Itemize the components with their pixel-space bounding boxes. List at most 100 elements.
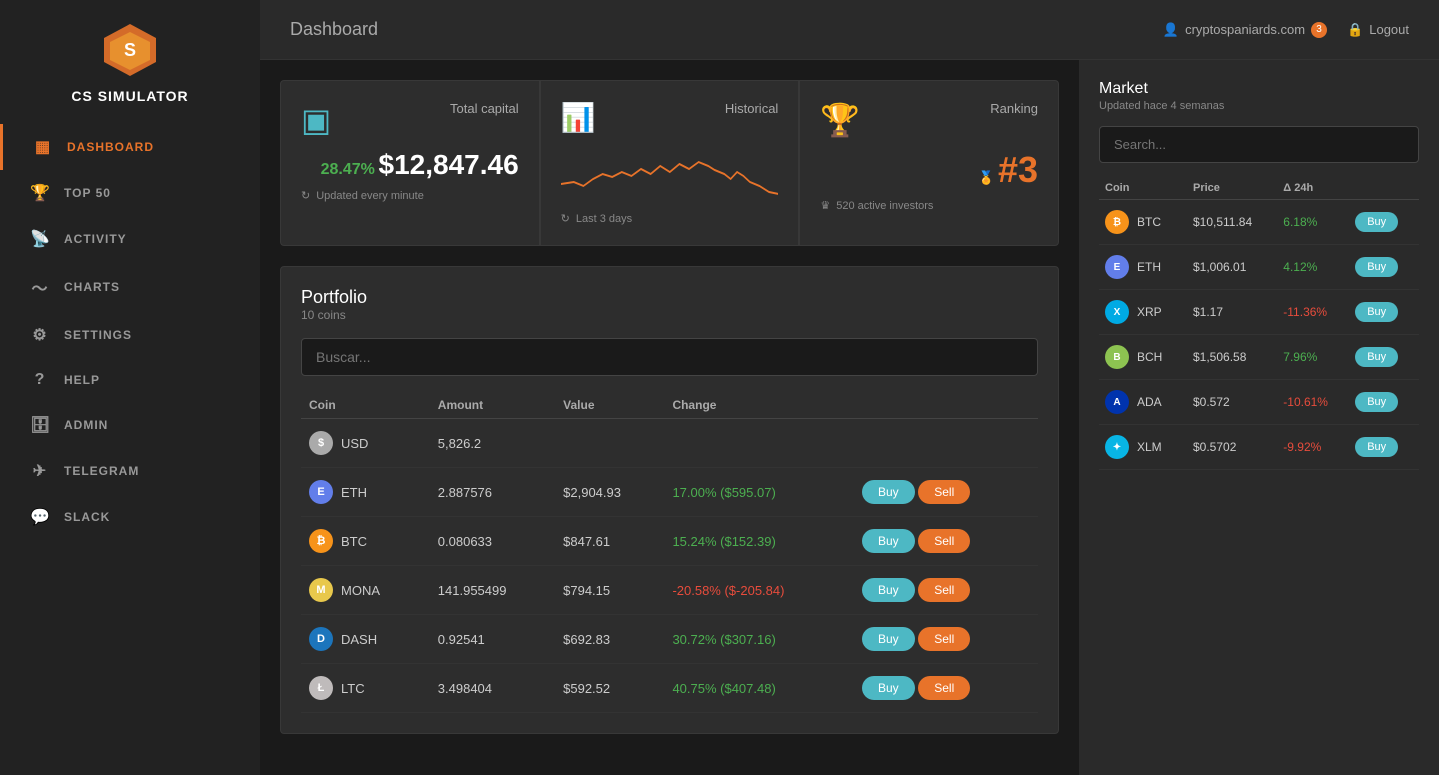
sidebar-item-settings[interactable]: ⚙ SETTINGS: [0, 312, 260, 358]
market-change: 6.18%: [1277, 200, 1349, 245]
market-price: $0.572: [1187, 380, 1277, 425]
portfolio-value: [555, 419, 664, 468]
sidebar: S CS SIMULATOR ▦ DASHBOARD 🏆 TOP 50 📡 AC…: [0, 0, 260, 775]
market-row: A ADA $0.572 -10.61% Buy: [1099, 380, 1419, 425]
capital-footer: ↻ Updated every minute: [301, 189, 519, 202]
admin-icon: 🗄: [30, 415, 50, 435]
portfolio-coin-cell: $ USD: [301, 419, 430, 468]
sidebar-item-help[interactable]: ? HELP: [0, 358, 260, 402]
portfolio-actions: [854, 419, 1038, 468]
portfolio-change: 17.00% ($595.07): [664, 468, 854, 517]
sidebar-item-charts[interactable]: 〜 CHARTS: [0, 262, 260, 312]
market-buy-button[interactable]: Buy: [1355, 437, 1398, 457]
sidebar-label-slack: SLACK: [64, 510, 110, 524]
portfolio-change: [664, 419, 854, 468]
market-row: ₿ BTC $10,511.84 6.18% Buy: [1099, 200, 1419, 245]
market-panel: Market Updated hace 4 semanas Coin Price…: [1079, 60, 1439, 775]
sell-button[interactable]: Sell: [918, 529, 970, 553]
portfolio-table: Coin Amount Value Change $ USD 5,826.2: [301, 392, 1038, 713]
portfolio-change: 15.24% ($152.39): [664, 517, 854, 566]
nav-items: ▦ DASHBOARD 🏆 TOP 50 📡 ACTIVITY 〜 CHARTS…: [0, 124, 260, 540]
total-capital-card: ▣ Total capital 28.47% $12,847.46 ↻ Upda…: [280, 80, 540, 246]
portfolio-value: $794.15: [555, 566, 664, 615]
help-icon: ?: [30, 371, 50, 389]
app-name: CS SIMULATOR: [71, 88, 188, 104]
portfolio-section: Portfolio 10 coins Coin Amount Value Cha…: [280, 266, 1059, 734]
sidebar-item-slack[interactable]: 💬 SLACK: [0, 494, 260, 540]
refresh-icon-hist: ↻: [561, 212, 570, 225]
market-buy-button[interactable]: Buy: [1355, 257, 1398, 277]
dashboard-icon: ▦: [33, 137, 53, 157]
sidebar-item-activity[interactable]: 📡 ACTIVITY: [0, 216, 260, 262]
capital-card-header: ▣ Total capital: [301, 101, 519, 139]
portfolio-actions: Buy Sell: [854, 517, 1038, 566]
sidebar-item-top50[interactable]: 🏆 TOP 50: [0, 170, 260, 216]
portfolio-amount: 5,826.2: [430, 419, 555, 468]
portfolio-row: M MONA 141.955499 $794.15 -20.58% ($-205…: [301, 566, 1038, 615]
cards-row: ▣ Total capital 28.47% $12,847.46 ↻ Upda…: [280, 80, 1059, 246]
market-change: 7.96%: [1277, 335, 1349, 380]
sidebar-label-dashboard: DASHBOARD: [67, 140, 154, 154]
capital-footer-text: Updated every minute: [316, 190, 424, 202]
main: Dashboard 👤 cryptospaniards.com 3 🔒 Logo…: [260, 0, 1439, 775]
sell-button[interactable]: Sell: [918, 480, 970, 504]
chart-bars-icon: 📊: [561, 101, 596, 134]
market-coin-cell: ₿ BTC: [1099, 200, 1187, 245]
portfolio-amount: 141.955499: [430, 566, 555, 615]
portfolio-value: $592.52: [555, 664, 664, 713]
sidebar-item-admin[interactable]: 🗄 ADMIN: [0, 402, 260, 448]
market-change: -10.61%: [1277, 380, 1349, 425]
historical-title: Historical: [725, 101, 778, 116]
logout-button[interactable]: 🔒 Logout: [1347, 22, 1409, 38]
portfolio-amount: 2.887576: [430, 468, 555, 517]
sidebar-item-telegram[interactable]: ✈ TELEGRAM: [0, 448, 260, 494]
market-coin-cell: B BCH: [1099, 335, 1187, 380]
portfolio-value: $847.61: [555, 517, 664, 566]
market-buy-button[interactable]: Buy: [1355, 212, 1398, 232]
sidebar-label-activity: ACTIVITY: [64, 232, 127, 246]
sidebar-item-dashboard[interactable]: ▦ DASHBOARD: [0, 124, 260, 170]
market-buy-button[interactable]: Buy: [1355, 347, 1398, 367]
market-search[interactable]: [1099, 126, 1419, 163]
sidebar-label-telegram: TELEGRAM: [64, 464, 139, 478]
market-price: $10,511.84: [1187, 200, 1277, 245]
portfolio-header: Portfolio 10 coins: [301, 287, 1038, 322]
col-amount: Amount: [430, 392, 555, 419]
portfolio-title: Portfolio: [301, 287, 1038, 308]
market-buy-button[interactable]: Buy: [1355, 392, 1398, 412]
telegram-icon: ✈: [30, 461, 50, 481]
col-value: Value: [555, 392, 664, 419]
buy-button[interactable]: Buy: [862, 627, 915, 651]
sell-button[interactable]: Sell: [918, 676, 970, 700]
capital-values: 28.47% $12,847.46: [301, 149, 519, 181]
portfolio-change: 40.75% ($407.48): [664, 664, 854, 713]
market-row: E ETH $1,006.01 4.12% Buy: [1099, 245, 1419, 290]
market-price: $1.17: [1187, 290, 1277, 335]
portfolio-actions: Buy Sell: [854, 566, 1038, 615]
historical-subtitle: Last 3 days: [576, 213, 632, 225]
buy-button[interactable]: Buy: [862, 529, 915, 553]
market-change: -9.92%: [1277, 425, 1349, 470]
buy-button[interactable]: Buy: [862, 676, 915, 700]
portfolio-coin-cell: M MONA: [301, 566, 430, 615]
portfolio-change: 30.72% ($307.16): [664, 615, 854, 664]
lock-icon: 🔒: [1347, 22, 1363, 38]
ranking-card: 🏆 Ranking 🏅 #3 ♛ 520 active investors: [799, 80, 1059, 246]
col-change: Change: [664, 392, 854, 419]
portfolio-search[interactable]: [301, 338, 1038, 376]
sidebar-label-charts: CHARTS: [64, 280, 120, 294]
user-menu[interactable]: 👤 cryptospaniards.com 3: [1163, 22, 1327, 38]
market-col-change: Δ 24h: [1277, 177, 1349, 200]
portfolio-actions: Buy Sell: [854, 468, 1038, 517]
buy-button[interactable]: Buy: [862, 480, 915, 504]
market-buy-button[interactable]: Buy: [1355, 302, 1398, 322]
market-buy-cell: Buy: [1349, 290, 1419, 335]
market-coin-cell: ✦ XLM: [1099, 425, 1187, 470]
sell-button[interactable]: Sell: [918, 627, 970, 651]
sell-button[interactable]: Sell: [918, 578, 970, 602]
portfolio-coin-cell: E ETH: [301, 468, 430, 517]
ranking-title: Ranking: [990, 101, 1038, 116]
sidebar-label-settings: SETTINGS: [64, 328, 132, 342]
refresh-icon: ↻: [301, 189, 310, 202]
buy-button[interactable]: Buy: [862, 578, 915, 602]
